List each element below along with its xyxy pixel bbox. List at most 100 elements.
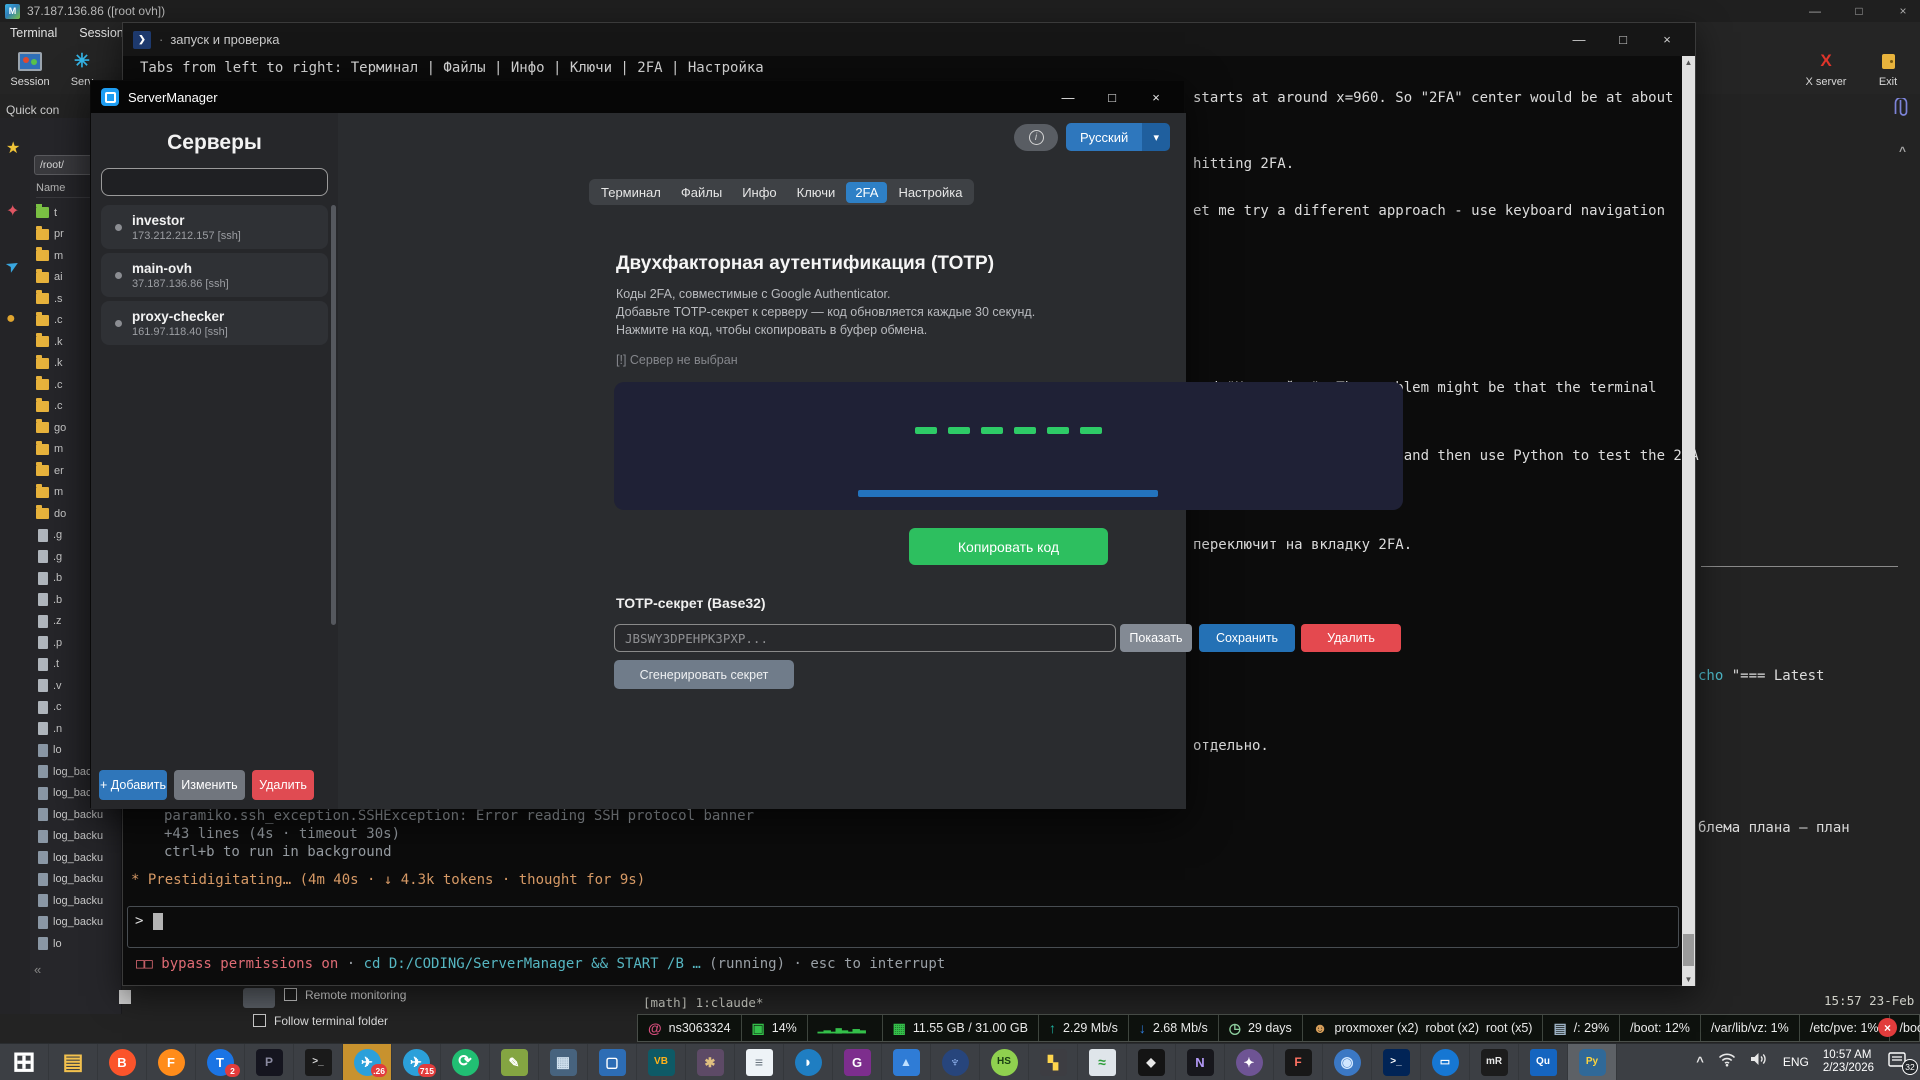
taskbar-app[interactable]: ✦ (1225, 1044, 1274, 1080)
exit-button[interactable]: Exit (1862, 48, 1914, 88)
close-button[interactable]: × (1134, 90, 1178, 105)
file-row[interactable]: lo (30, 933, 122, 955)
server-list-item[interactable]: investor 173.212.212.157 [ssh] (101, 205, 328, 249)
delete-server-button[interactable]: Удалить (252, 770, 314, 800)
taskbar-app[interactable]: >_ (294, 1044, 343, 1080)
taskbar-app[interactable]: >_ (1372, 1044, 1421, 1080)
taskbar-app[interactable]: ▤ (49, 1044, 98, 1080)
taskbar-app[interactable]: N (1176, 1044, 1225, 1080)
taskbar-app[interactable]: ⊞ (0, 1044, 49, 1080)
taskbar-app[interactable]: ◉ (1323, 1044, 1372, 1080)
file-row[interactable]: log_backu (30, 869, 122, 891)
claude-input-box[interactable] (127, 906, 1679, 948)
taskbar-app[interactable]: F (147, 1044, 196, 1080)
sftp-path-input[interactable]: /root/ (34, 155, 98, 175)
server-search-input[interactable] (101, 168, 328, 196)
taskbar-app[interactable]: P (245, 1044, 294, 1080)
tools-icon[interactable]: ● (6, 310, 16, 328)
taskbar-app[interactable]: ⟳ (441, 1044, 490, 1080)
taskbar-app[interactable]: VB (637, 1044, 686, 1080)
scrollbar-thumb[interactable] (1683, 934, 1694, 966)
tab[interactable]: 2FA (846, 182, 887, 203)
taskbar-app[interactable]: T 2 (196, 1044, 245, 1080)
language-indicator[interactable]: ENG (1783, 1055, 1809, 1069)
info-button[interactable]: i (1014, 124, 1058, 151)
save-secret-button[interactable]: Сохранить (1199, 624, 1295, 652)
taskbar-app[interactable]: ♆ (931, 1044, 980, 1080)
taskbar-app[interactable]: G (833, 1044, 882, 1080)
taskbar-app[interactable]: ◆ (1127, 1044, 1176, 1080)
taskbar-app[interactable]: ✱ (686, 1044, 735, 1080)
remote-monitoring-checkbox[interactable]: Remote monitoring (284, 988, 406, 1002)
minimize-button[interactable]: — (1806, 4, 1824, 18)
taskbar-app[interactable]: mR (1470, 1044, 1519, 1080)
tray-chevron-icon[interactable]: ^ (1696, 1054, 1704, 1069)
tab[interactable]: Настройка (889, 182, 971, 203)
generate-secret-button[interactable]: Сгенерировать секрет (614, 660, 794, 689)
scroll-down-arrow[interactable]: ▼ (1682, 975, 1695, 984)
paperclip-icon[interactable] (1893, 98, 1908, 124)
macros-icon[interactable]: ✦ (6, 201, 19, 221)
copy-code-button[interactable]: Копировать код (909, 528, 1108, 565)
close-button[interactable]: × (1894, 4, 1912, 18)
wifi-icon[interactable] (1718, 1052, 1736, 1072)
taskbar-app[interactable]: ▢ (588, 1044, 637, 1080)
totp-code-panel[interactable] (614, 382, 1403, 510)
server-list-item[interactable]: main-ovh 37.187.136.86 [ssh] (101, 253, 328, 297)
servermanager-window: ServerManager — □ × Серверы investor 173… (90, 80, 1185, 808)
file-row[interactable]: log_backu (30, 826, 122, 848)
tab[interactable]: Терминал (592, 182, 670, 203)
close-button[interactable]: × (1645, 32, 1689, 47)
panel-back-arrow-icon[interactable]: « (34, 962, 41, 977)
edit-server-button[interactable]: Изменить (174, 770, 245, 800)
taskbar-app[interactable]: ▲ (882, 1044, 931, 1080)
terminal-titlebar[interactable]: ❯ · запуск и проверка — □ × (123, 23, 1695, 56)
totp-secret-input[interactable] (614, 624, 1116, 652)
maximize-button[interactable]: □ (1601, 32, 1645, 47)
taskbar-app[interactable]: B (98, 1044, 147, 1080)
collapse-caret-icon[interactable]: ^ (1899, 144, 1906, 158)
taskbar-app[interactable]: F (1274, 1044, 1323, 1080)
taskbar-app[interactable]: ◗ (784, 1044, 833, 1080)
taskbar-app[interactable]: ✎ (490, 1044, 539, 1080)
taskbar-app[interactable]: ▚ (1029, 1044, 1078, 1080)
volume-icon[interactable] (1750, 1052, 1769, 1071)
file-row[interactable]: log_backu (30, 847, 122, 869)
menu-item[interactable]: Terminal (10, 26, 57, 40)
tab[interactable]: Инфо (733, 182, 785, 203)
taskbar-app[interactable]: ≡ (735, 1044, 784, 1080)
server-list-item[interactable]: proxy-checker 161.97.118.40 [ssh] (101, 301, 328, 345)
taskbar-app[interactable]: ▦ (539, 1044, 588, 1080)
send-plane-icon[interactable]: ➤ (2, 254, 24, 278)
taskbar-app[interactable]: ✈ .26 (343, 1044, 392, 1080)
taskbar-app[interactable]: Py (1568, 1044, 1617, 1080)
notification-center-icon[interactable]: 32 (1888, 1052, 1912, 1072)
follow-terminal-folder-checkbox[interactable]: Follow terminal folder (253, 1014, 388, 1028)
tab[interactable]: Ключи (788, 182, 845, 203)
servermanager-titlebar[interactable]: ServerManager — □ × (91, 81, 1184, 113)
language-dropdown[interactable]: Русский ▾ (1066, 123, 1170, 151)
delete-secret-button[interactable]: Удалить (1301, 624, 1401, 652)
taskbar-app[interactable]: ▭ (1421, 1044, 1470, 1080)
taskbar-app[interactable]: ✈ 715 (392, 1044, 441, 1080)
minimize-button[interactable]: — (1557, 32, 1601, 47)
favorites-star-icon[interactable]: ★ (6, 138, 20, 158)
taskbar-app[interactable]: ≈ (1078, 1044, 1127, 1080)
file-row[interactable]: log_backu (30, 890, 122, 912)
terminal-scrollbar[interactable]: ▲ ▼ (1682, 56, 1695, 986)
scroll-up-arrow[interactable]: ▲ (1682, 58, 1695, 67)
server-list-scrollbar[interactable] (331, 205, 336, 625)
taskbar-app[interactable]: Qu (1519, 1044, 1568, 1080)
session-button[interactable]: Session (4, 48, 56, 88)
tray-clock[interactable]: 10:57 AM2/23/2026 (1823, 1049, 1874, 1075)
monitoring-close-button[interactable]: × (1878, 1018, 1897, 1037)
taskbar-app[interactable]: HS (980, 1044, 1029, 1080)
add-server-button[interactable]: + Добавить (99, 770, 167, 800)
x-server-button[interactable]: X X server (1800, 48, 1852, 88)
maximize-button[interactable]: □ (1850, 4, 1868, 18)
minimize-button[interactable]: — (1046, 90, 1090, 105)
file-row[interactable]: log_backu (30, 912, 122, 934)
maximize-button[interactable]: □ (1090, 90, 1134, 105)
tab[interactable]: Файлы (672, 182, 731, 203)
show-secret-button[interactable]: Показать (1120, 624, 1192, 652)
